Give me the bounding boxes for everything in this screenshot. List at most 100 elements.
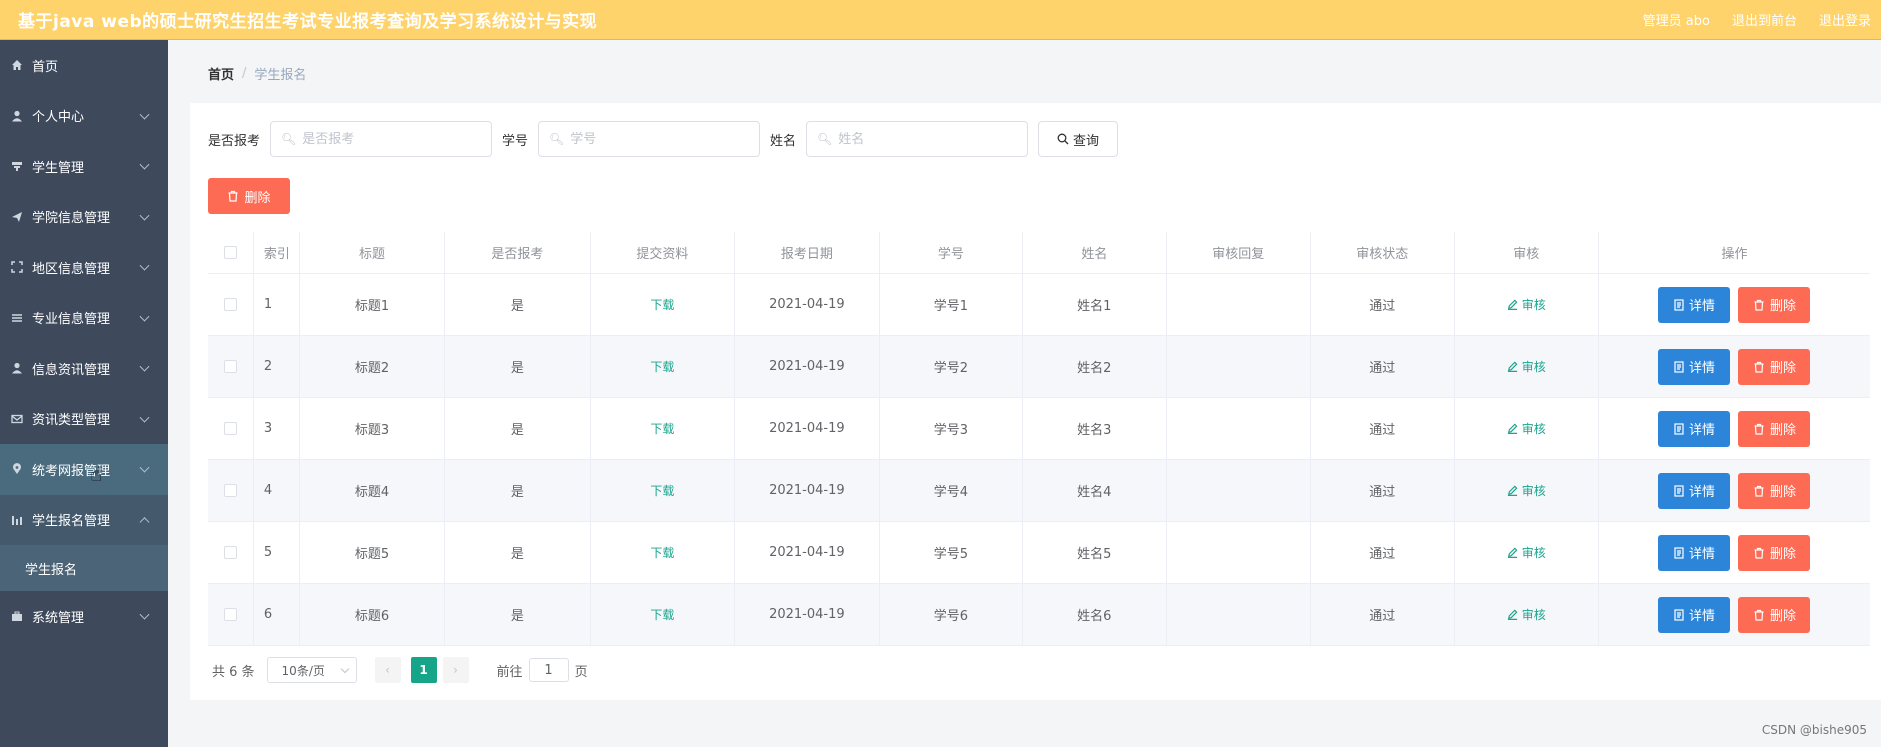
audit-cell: 审核 bbox=[1455, 398, 1599, 459]
document-icon bbox=[1674, 484, 1684, 497]
student-id-filter-input[interactable] bbox=[570, 131, 751, 147]
row-checkbox[interactable] bbox=[223, 422, 237, 435]
actions-cell: 详情 删除 bbox=[1599, 460, 1870, 521]
app-title: 基于java web的硕士研究生招生考试专业报考查询及学习系统设计与实现 bbox=[18, 12, 598, 32]
sidebar-subitem-student-enrollment[interactable]: 学生报名 bbox=[0, 545, 168, 591]
batch-delete-button[interactable]: 删除 bbox=[208, 178, 290, 214]
audit-link[interactable]: 审核 bbox=[1507, 420, 1546, 437]
delete-button-label: 删除 bbox=[1769, 361, 1796, 376]
row-checkbox[interactable] bbox=[223, 546, 237, 559]
audit-cell: 审核 bbox=[1455, 274, 1599, 335]
sidebar-item-exam-registration[interactable]: 统考网报管理 bbox=[0, 444, 168, 495]
column-header: 学号 bbox=[880, 232, 1024, 273]
delete-button[interactable]: 删除 bbox=[1738, 410, 1811, 447]
name-filter-input[interactable] bbox=[838, 131, 1019, 147]
sidebar-item-system[interactable]: 系统管理 bbox=[0, 591, 168, 642]
material-cell: 下载 bbox=[591, 460, 736, 521]
prev-page-button[interactable]: ‹ bbox=[374, 657, 401, 683]
detail-button[interactable]: 详情 bbox=[1658, 348, 1731, 385]
edit-icon bbox=[1507, 299, 1518, 310]
row-checkbox[interactable] bbox=[223, 484, 237, 497]
search-icon: 🔍︎ bbox=[281, 132, 297, 146]
edit-icon bbox=[1507, 361, 1518, 372]
sidebar-item-news[interactable]: 信息资讯管理 bbox=[0, 343, 168, 394]
cell-index: 5 bbox=[254, 522, 300, 583]
enrolled-filter-field[interactable]: 🔍︎ bbox=[270, 121, 493, 157]
next-page-button[interactable]: › bbox=[442, 657, 469, 683]
edit-icon bbox=[1507, 609, 1518, 620]
page-unit-label: 页 bbox=[574, 664, 588, 680]
sidebar-item-region[interactable]: 地区信息管理 bbox=[0, 242, 168, 293]
delete-button-label: 删除 bbox=[1769, 609, 1796, 624]
audit-link[interactable]: 审核 bbox=[1507, 358, 1546, 375]
delete-button[interactable]: 删除 bbox=[1738, 596, 1811, 633]
download-link[interactable]: 下载 bbox=[650, 606, 674, 623]
row-checkbox[interactable] bbox=[223, 608, 237, 621]
student-id-filter-field[interactable]: 🔍︎ bbox=[538, 121, 761, 157]
cell-sid: 学号2 bbox=[880, 336, 1024, 397]
audit-link[interactable]: 审核 bbox=[1507, 544, 1546, 561]
sidebar-item-students[interactable]: 学生管理 bbox=[0, 141, 168, 192]
delete-button[interactable]: 删除 bbox=[1738, 534, 1811, 571]
detail-button[interactable]: 详情 bbox=[1658, 596, 1731, 633]
delete-button[interactable]: 删除 bbox=[1738, 286, 1811, 323]
audit-link[interactable]: 审核 bbox=[1507, 296, 1546, 313]
detail-button[interactable]: 详情 bbox=[1658, 534, 1731, 571]
sidebar-item-college[interactable]: 学院信息管理 bbox=[0, 192, 168, 243]
cell-reply bbox=[1167, 460, 1312, 521]
column-header: 审核回复 bbox=[1167, 232, 1312, 273]
page-size-select[interactable]: 10条/页 bbox=[266, 657, 357, 683]
admin-label: 管理员 abo bbox=[1642, 13, 1710, 29]
download-link[interactable]: 下载 bbox=[650, 420, 674, 437]
trash-icon bbox=[1754, 485, 1764, 497]
download-link[interactable]: 下载 bbox=[650, 296, 674, 313]
sidebar-item-major[interactable]: 专业信息管理 bbox=[0, 293, 168, 344]
audit-link[interactable]: 审核 bbox=[1507, 482, 1546, 499]
enrolled-filter-input[interactable] bbox=[302, 131, 483, 147]
sidebar-item-personal[interactable]: 个人中心 bbox=[0, 91, 168, 142]
download-link[interactable]: 下载 bbox=[650, 482, 674, 499]
row-checkbox[interactable] bbox=[223, 298, 237, 311]
cell-date: 2021-04-19 bbox=[735, 274, 880, 335]
cell-reply bbox=[1167, 336, 1312, 397]
trash-icon bbox=[1754, 423, 1764, 435]
detail-button[interactable]: 详情 bbox=[1658, 410, 1731, 447]
chevron-down-icon bbox=[139, 159, 150, 170]
detail-button[interactable]: 详情 bbox=[1658, 472, 1731, 509]
cell-title: 标题1 bbox=[300, 274, 446, 335]
cell-name: 姓名5 bbox=[1023, 522, 1167, 583]
select-all-checkbox[interactable] bbox=[223, 246, 237, 259]
download-link[interactable]: 下载 bbox=[650, 358, 674, 375]
breadcrumb-home[interactable]: 首页 bbox=[208, 64, 234, 83]
audit-link[interactable]: 审核 bbox=[1507, 606, 1546, 623]
delete-button[interactable]: 删除 bbox=[1738, 472, 1811, 509]
download-link[interactable]: 下载 bbox=[650, 544, 674, 561]
sidebar-item-news-type[interactable]: 资讯类型管理 bbox=[0, 394, 168, 445]
material-cell: 下载 bbox=[591, 336, 736, 397]
material-cell: 下载 bbox=[591, 522, 736, 583]
fullscreen-icon bbox=[10, 260, 24, 274]
goto-page-input[interactable]: 1 bbox=[528, 658, 569, 682]
query-button[interactable]: 查询 bbox=[1038, 121, 1119, 157]
detail-button-label: 详情 bbox=[1688, 423, 1715, 438]
cell-reply bbox=[1167, 584, 1312, 645]
sidebar-item-student-enrollment[interactable]: 学生报名管理 bbox=[0, 494, 168, 545]
back-front-link[interactable]: 退出到前台 bbox=[1732, 10, 1797, 29]
chevron-down-icon bbox=[139, 462, 150, 473]
cell-reply bbox=[1167, 274, 1312, 335]
detail-button[interactable]: 详情 bbox=[1658, 286, 1731, 323]
page-size-value: 10条/页 bbox=[281, 663, 325, 678]
delete-button[interactable]: 删除 bbox=[1738, 348, 1811, 385]
cell-reply bbox=[1167, 522, 1312, 583]
sidebar-item-home[interactable]: 首页 bbox=[0, 40, 168, 91]
cell-name: 姓名1 bbox=[1023, 274, 1167, 335]
cell-date: 2021-04-19 bbox=[735, 460, 880, 521]
row-checkbox[interactable] bbox=[223, 360, 237, 373]
sidebar-item-label: 学生管理 bbox=[32, 160, 85, 176]
cell-date: 2021-04-19 bbox=[735, 522, 880, 583]
logout-link[interactable]: 退出登录 bbox=[1819, 10, 1871, 29]
page-number-current[interactable]: 1 bbox=[410, 657, 437, 683]
row-select-cell bbox=[208, 274, 254, 335]
name-filter-field[interactable]: 🔍︎ bbox=[806, 121, 1029, 157]
audit-cell: 审核 bbox=[1455, 336, 1599, 397]
